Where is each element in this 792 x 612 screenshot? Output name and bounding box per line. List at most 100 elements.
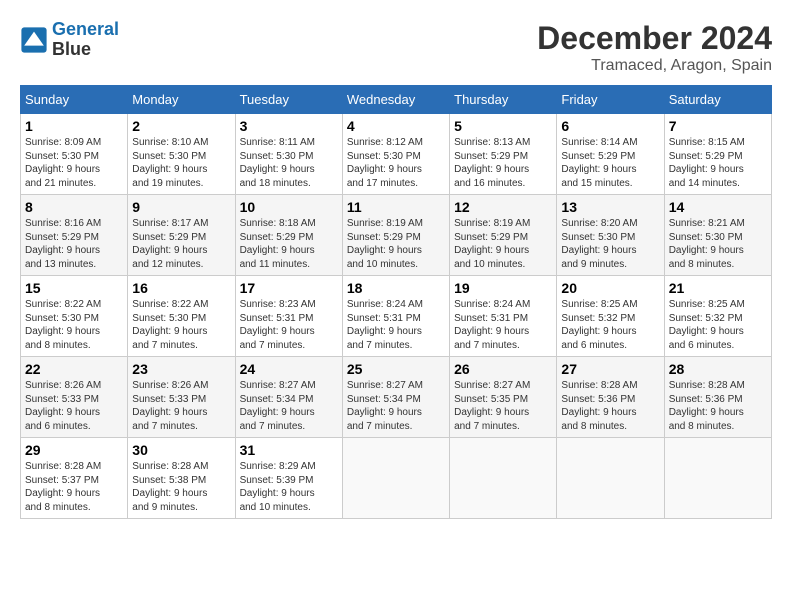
day-info: Sunrise: 8:17 AM Sunset: 5:29 PM Dayligh…	[132, 217, 230, 271]
calendar-header-friday: Friday	[557, 86, 664, 114]
calendar-week-row: 29 Sunrise: 8:28 AM Sunset: 5:37 PM Dayli…	[21, 438, 772, 519]
calendar-cell: 12Sunrise: 8:19 AM Sunset: 5:29 PM Dayli…	[450, 195, 557, 276]
calendar-cell: 24 Sunrise: 8:27 AM Sunset: 5:34 PM Dayli…	[235, 357, 342, 438]
day-info: Sunrise: 8:23 AM Sunset: 5:31 PM Dayligh…	[240, 298, 338, 352]
day-number: 4	[347, 118, 445, 134]
day-number: 28	[669, 361, 767, 377]
day-number: 12	[454, 199, 552, 215]
calendar-week-row: 15 Sunrise: 8:22 AM Sunset: 5:30 PM Dayli…	[21, 276, 772, 357]
day-info: Sunrise: 8:28 AM Sunset: 5:38 PM Dayligh…	[132, 460, 230, 514]
day-info: Sunrise: 8:24 AM Sunset: 5:31 PM Dayligh…	[454, 298, 552, 352]
day-number: 29	[25, 442, 123, 458]
calendar-cell	[450, 438, 557, 519]
calendar-cell: 6Sunrise: 8:14 AM Sunset: 5:29 PM Daylig…	[557, 114, 664, 195]
day-number: 14	[669, 199, 767, 215]
calendar-cell: 30 Sunrise: 8:28 AM Sunset: 5:38 PM Dayli…	[128, 438, 235, 519]
day-number: 20	[561, 280, 659, 296]
calendar-cell: 2 Sunrise: 8:10 AM Sunset: 5:30 PM Daylig…	[128, 114, 235, 195]
day-info: Sunrise: 8:24 AM Sunset: 5:31 PM Dayligh…	[347, 298, 445, 352]
day-number: 6	[561, 118, 659, 134]
day-info: Sunrise: 8:19 AM Sunset: 5:29 PM Dayligh…	[347, 217, 445, 271]
calendar-table: SundayMondayTuesdayWednesdayThursdayFrid…	[20, 85, 772, 519]
day-info: Sunrise: 8:16 AM Sunset: 5:29 PM Dayligh…	[25, 217, 123, 271]
calendar-cell: 19 Sunrise: 8:24 AM Sunset: 5:31 PM Dayli…	[450, 276, 557, 357]
day-info: Sunrise: 8:27 AM Sunset: 5:34 PM Dayligh…	[240, 379, 338, 433]
day-number: 23	[132, 361, 230, 377]
calendar-cell: 22 Sunrise: 8:26 AM Sunset: 5:33 PM Dayli…	[21, 357, 128, 438]
calendar-week-row: 8 Sunrise: 8:16 AM Sunset: 5:29 PM Daylig…	[21, 195, 772, 276]
day-number: 2	[132, 118, 230, 134]
calendar-cell: 29 Sunrise: 8:28 AM Sunset: 5:37 PM Dayli…	[21, 438, 128, 519]
day-info: Sunrise: 8:26 AM Sunset: 5:33 PM Dayligh…	[132, 379, 230, 433]
day-info: Sunrise: 8:13 AM Sunset: 5:29 PM Dayligh…	[454, 136, 552, 190]
location-title: Tramaced, Aragon, Spain	[537, 57, 772, 75]
day-number: 21	[669, 280, 767, 296]
title-area: December 2024 Tramaced, Aragon, Spain	[537, 20, 772, 75]
day-number: 15	[25, 280, 123, 296]
calendar-header-saturday: Saturday	[664, 86, 771, 114]
calendar-cell: 7Sunrise: 8:15 AM Sunset: 5:29 PM Daylig…	[664, 114, 771, 195]
calendar-header-sunday: Sunday	[21, 86, 128, 114]
calendar-cell: 17Sunrise: 8:23 AM Sunset: 5:31 PM Dayli…	[235, 276, 342, 357]
day-number: 26	[454, 361, 552, 377]
day-info: Sunrise: 8:25 AM Sunset: 5:32 PM Dayligh…	[669, 298, 767, 352]
day-number: 10	[240, 199, 338, 215]
calendar-header-tuesday: Tuesday	[235, 86, 342, 114]
calendar-cell: 18Sunrise: 8:24 AM Sunset: 5:31 PM Dayli…	[342, 276, 449, 357]
day-number: 13	[561, 199, 659, 215]
day-info: Sunrise: 8:22 AM Sunset: 5:30 PM Dayligh…	[25, 298, 123, 352]
day-number: 8	[25, 199, 123, 215]
day-number: 11	[347, 199, 445, 215]
day-info: Sunrise: 8:28 AM Sunset: 5:36 PM Dayligh…	[669, 379, 767, 433]
day-info: Sunrise: 8:25 AM Sunset: 5:32 PM Dayligh…	[561, 298, 659, 352]
calendar-body: 1 Sunrise: 8:09 AM Sunset: 5:30 PM Daylig…	[21, 114, 772, 519]
calendar-cell: 21 Sunrise: 8:25 AM Sunset: 5:32 PM Dayli…	[664, 276, 771, 357]
day-info: Sunrise: 8:18 AM Sunset: 5:29 PM Dayligh…	[240, 217, 338, 271]
calendar-week-row: 1 Sunrise: 8:09 AM Sunset: 5:30 PM Daylig…	[21, 114, 772, 195]
calendar-cell: 25 Sunrise: 8:27 AM Sunset: 5:34 PM Dayli…	[342, 357, 449, 438]
calendar-cell: 4Sunrise: 8:12 AM Sunset: 5:30 PM Daylig…	[342, 114, 449, 195]
calendar-header-thursday: Thursday	[450, 86, 557, 114]
day-number: 25	[347, 361, 445, 377]
day-info: Sunrise: 8:09 AM Sunset: 5:30 PM Dayligh…	[25, 136, 123, 190]
day-number: 3	[240, 118, 338, 134]
day-number: 19	[454, 280, 552, 296]
day-info: Sunrise: 8:29 AM Sunset: 5:39 PM Dayligh…	[240, 460, 338, 514]
calendar-week-row: 22 Sunrise: 8:26 AM Sunset: 5:33 PM Dayli…	[21, 357, 772, 438]
calendar-cell: 27Sunrise: 8:28 AM Sunset: 5:36 PM Dayli…	[557, 357, 664, 438]
day-info: Sunrise: 8:27 AM Sunset: 5:34 PM Dayligh…	[347, 379, 445, 433]
calendar-cell: 28 Sunrise: 8:28 AM Sunset: 5:36 PM Dayli…	[664, 357, 771, 438]
day-number: 5	[454, 118, 552, 134]
calendar-cell: 23 Sunrise: 8:26 AM Sunset: 5:33 PM Dayli…	[128, 357, 235, 438]
calendar-cell: 3 Sunrise: 8:11 AM Sunset: 5:30 PM Daylig…	[235, 114, 342, 195]
day-number: 30	[132, 442, 230, 458]
calendar-cell: 26Sunrise: 8:27 AM Sunset: 5:35 PM Dayli…	[450, 357, 557, 438]
day-info: Sunrise: 8:28 AM Sunset: 5:37 PM Dayligh…	[25, 460, 123, 514]
month-title: December 2024	[537, 20, 772, 57]
day-info: Sunrise: 8:11 AM Sunset: 5:30 PM Dayligh…	[240, 136, 338, 190]
day-info: Sunrise: 8:26 AM Sunset: 5:33 PM Dayligh…	[25, 379, 123, 433]
day-info: Sunrise: 8:10 AM Sunset: 5:30 PM Dayligh…	[132, 136, 230, 190]
calendar-header-row: SundayMondayTuesdayWednesdayThursdayFrid…	[21, 86, 772, 114]
day-number: 9	[132, 199, 230, 215]
header: General Blue December 2024 Tramaced, Ara…	[20, 20, 772, 75]
calendar-cell: 14Sunrise: 8:21 AM Sunset: 5:30 PM Dayli…	[664, 195, 771, 276]
calendar-cell: 10 Sunrise: 8:18 AM Sunset: 5:29 PM Dayli…	[235, 195, 342, 276]
logo-icon	[20, 26, 48, 54]
calendar-cell: 1 Sunrise: 8:09 AM Sunset: 5:30 PM Daylig…	[21, 114, 128, 195]
calendar-cell: 8 Sunrise: 8:16 AM Sunset: 5:29 PM Daylig…	[21, 195, 128, 276]
logo-text: General Blue	[52, 20, 119, 60]
calendar-cell: 15 Sunrise: 8:22 AM Sunset: 5:30 PM Dayli…	[21, 276, 128, 357]
logo: General Blue	[20, 20, 119, 60]
calendar-cell: 5 Sunrise: 8:13 AM Sunset: 5:29 PM Daylig…	[450, 114, 557, 195]
day-info: Sunrise: 8:22 AM Sunset: 5:30 PM Dayligh…	[132, 298, 230, 352]
day-number: 24	[240, 361, 338, 377]
calendar-cell	[342, 438, 449, 519]
day-number: 1	[25, 118, 123, 134]
day-number: 16	[132, 280, 230, 296]
day-info: Sunrise: 8:15 AM Sunset: 5:29 PM Dayligh…	[669, 136, 767, 190]
calendar-cell: 13Sunrise: 8:20 AM Sunset: 5:30 PM Dayli…	[557, 195, 664, 276]
calendar-header-monday: Monday	[128, 86, 235, 114]
day-number: 22	[25, 361, 123, 377]
calendar-cell: 9 Sunrise: 8:17 AM Sunset: 5:29 PM Daylig…	[128, 195, 235, 276]
